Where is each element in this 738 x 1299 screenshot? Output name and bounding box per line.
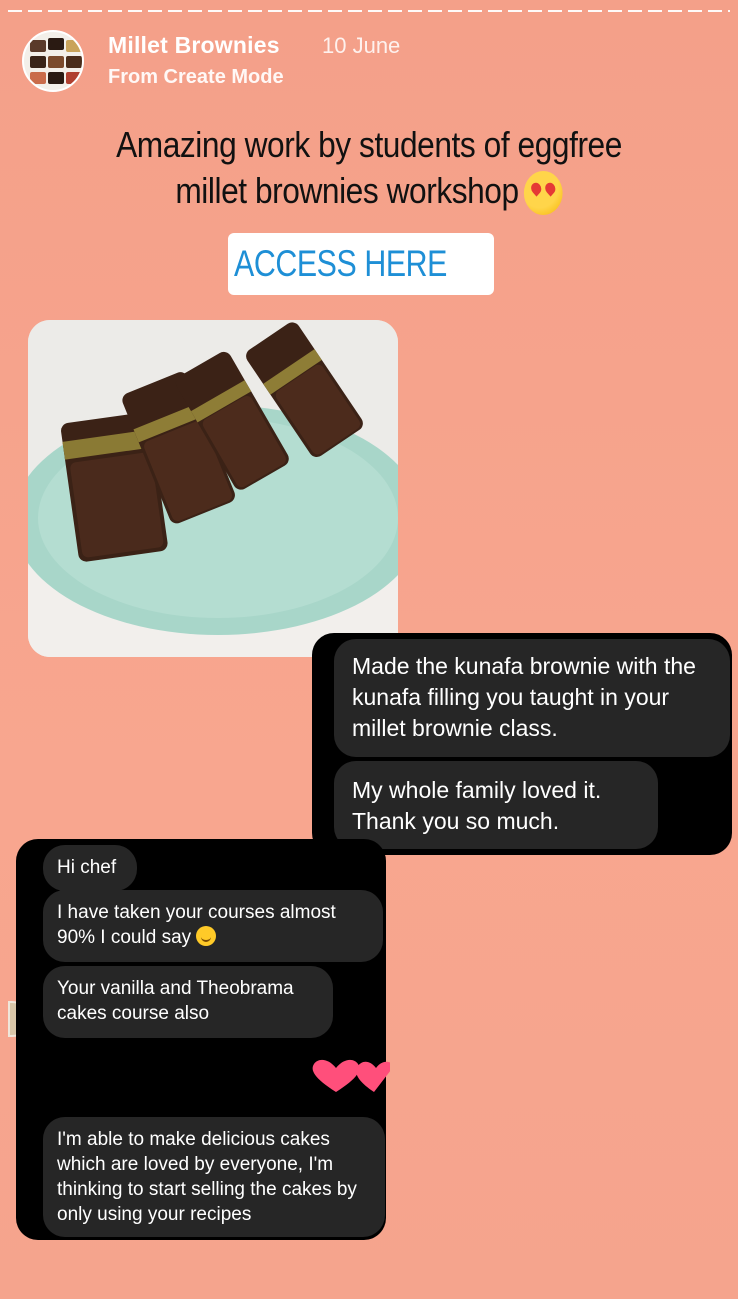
- brownie-photo: [28, 320, 398, 657]
- account-name[interactable]: Millet Brownies: [108, 32, 280, 59]
- story-source-label[interactable]: From Create Mode: [108, 66, 284, 89]
- smiling-face-emoji-icon: [196, 926, 217, 946]
- access-link-label[interactable]: ACCESS HERE: [234, 243, 447, 285]
- account-avatar[interactable]: [22, 30, 84, 92]
- dm-screenshot-left: Hi chef I have taken your courses almost…: [16, 839, 386, 1240]
- post-date: 10 June: [322, 33, 401, 58]
- message-bubble: Your vanilla and Theobrama cakes course …: [43, 966, 333, 1038]
- message-bubble: I'm able to make delicious cakes which a…: [43, 1117, 385, 1237]
- message-bubble: My whole family loved it. Thank you so m…: [334, 761, 658, 849]
- message-bubble: Made the kunafa brownie with the kunafa …: [334, 639, 730, 757]
- caption-line-2: millet brownies workshop: [175, 170, 519, 211]
- message-bubble: Hi chef: [43, 845, 137, 891]
- access-link-sticker[interactable]: ACCESS HERE: [228, 233, 494, 295]
- hearts-icon: [312, 1059, 390, 1092]
- story-frame: Millet Brownies 10 June From Create Mode…: [0, 0, 738, 1299]
- caption-line-1: Amazing work by students of eggfree: [116, 124, 622, 165]
- message-bubble: I have taken your courses almost 90% I c…: [43, 890, 383, 962]
- star-struck-emoji-icon: [523, 171, 563, 216]
- story-header: Millet Brownies 10 June From Create Mode: [22, 28, 722, 98]
- dm-screenshot-right: Made the kunafa brownie with the kunafa …: [312, 633, 732, 855]
- story-progress-bar: [8, 10, 730, 12]
- story-caption: Amazing work by students of eggfree mill…: [97, 122, 641, 216]
